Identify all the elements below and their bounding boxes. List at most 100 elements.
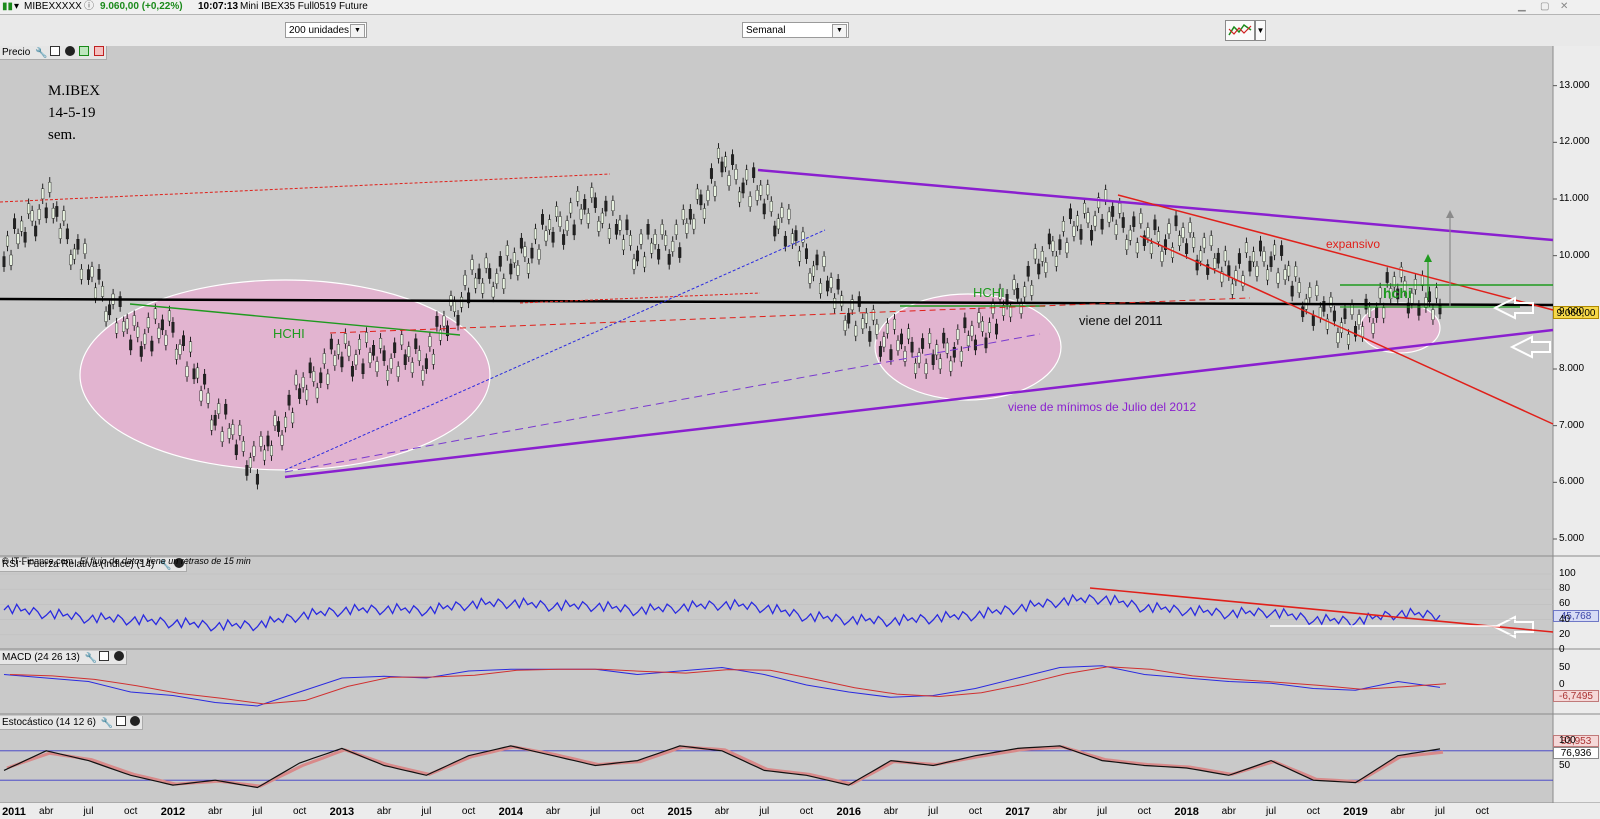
price-candle [562, 234, 566, 245]
price-candle [382, 350, 386, 361]
price-candle [347, 345, 351, 357]
price-candle [245, 465, 249, 476]
price-candle [991, 303, 995, 314]
price-candle [460, 296, 464, 308]
price-candle [51, 207, 55, 219]
price-candle [273, 415, 277, 427]
price-candle [428, 336, 432, 347]
price-candle [1202, 237, 1206, 249]
macd-panel-header: MACD (24 26 13) 🔧 [0, 651, 128, 665]
price-candle [551, 231, 555, 243]
window-icon[interactable] [99, 651, 110, 661]
price-candle [20, 220, 24, 232]
price-candle [1308, 287, 1312, 298]
price-candle [776, 218, 780, 230]
price-candle [917, 352, 921, 364]
annotation-hchi-mid: HCHI [973, 285, 1005, 300]
window-icon[interactable] [115, 716, 126, 726]
price-candle [773, 225, 777, 237]
price-candle [780, 207, 784, 218]
macd-panel-label: MACD (24 26 13) [2, 652, 80, 663]
price-candle [970, 325, 974, 337]
price-candle [741, 182, 745, 194]
price-candle [298, 388, 302, 399]
price-candle [794, 230, 798, 241]
price-candle [368, 352, 372, 364]
price-candle [97, 269, 101, 280]
wrench-icon[interactable]: 🔧 [85, 652, 97, 664]
price-candle [139, 346, 143, 357]
price-candle [1146, 227, 1150, 239]
wrench-icon[interactable]: 🔧 [101, 717, 113, 729]
price-candle [1255, 265, 1259, 277]
price-candle [1431, 309, 1435, 320]
price-candle [435, 316, 439, 327]
price-candle [136, 326, 140, 338]
price-candle [498, 256, 502, 267]
price-candle [995, 323, 999, 335]
price-candle [734, 169, 738, 180]
last-stoch-slow-badge: 76,936 [1553, 747, 1599, 759]
price-candle [706, 190, 710, 201]
price-candle [1199, 250, 1203, 262]
price-candle [861, 318, 865, 330]
price-candle [716, 147, 720, 159]
wrench-icon[interactable]: 🔧 [35, 47, 47, 59]
price-candle [959, 351, 963, 362]
x-tick-label: oct [124, 806, 138, 817]
price-candle [526, 263, 530, 274]
price-candle [600, 212, 604, 224]
price-candle [322, 353, 326, 364]
x-tick-label: abr [376, 806, 392, 817]
price-candle [639, 233, 643, 245]
price-candle [178, 344, 182, 355]
y-tick-label: 13.000 [1559, 79, 1590, 91]
price-candle [724, 156, 728, 168]
price-candle [678, 247, 682, 258]
price-candle [474, 277, 478, 289]
price-candle [900, 333, 904, 345]
price-candle [1385, 272, 1389, 283]
price-candle [1149, 243, 1153, 254]
price-candle [217, 403, 221, 414]
price-candle [1336, 332, 1340, 344]
x-tick-label: 2012 [160, 806, 186, 818]
price-candle [1350, 304, 1354, 315]
close-icon[interactable] [130, 716, 141, 726]
window-icon[interactable] [49, 46, 60, 56]
price-candle [1104, 189, 1108, 201]
x-tick-label: jul [928, 806, 939, 817]
price-candle [660, 224, 664, 235]
x-tick-label: abr [39, 806, 54, 817]
price-candle [664, 235, 668, 246]
price-candle [192, 368, 196, 380]
stoch-panel-label: Estocástico (14 12 6) [2, 717, 96, 728]
x-tick-label: oct [292, 806, 307, 817]
price-candle [1375, 307, 1379, 318]
price-candle [854, 325, 858, 337]
exit-icon[interactable] [94, 46, 105, 56]
price-candle [125, 318, 129, 330]
price-candle [1118, 202, 1122, 214]
x-tick-label: oct [1306, 806, 1320, 817]
y-tick-label: 9.000 [1559, 306, 1585, 318]
price-candle [1287, 265, 1291, 277]
price-candle [618, 219, 622, 231]
price-candle [748, 196, 752, 207]
price-candle [1315, 285, 1319, 297]
price-candle [945, 342, 949, 354]
price-candle [924, 363, 928, 375]
price-candle [1269, 256, 1273, 267]
price-candle [350, 365, 354, 377]
y-tick-label: 6.000 [1559, 476, 1585, 488]
price-candle [329, 338, 333, 350]
price-candle [938, 358, 942, 370]
close-icon[interactable] [114, 651, 125, 661]
close-icon[interactable] [64, 46, 75, 56]
price-candle [403, 354, 407, 365]
price-candle [203, 373, 207, 385]
price-candle [790, 233, 794, 245]
export-icon[interactable] [79, 46, 90, 56]
x-tick-label: oct [968, 806, 983, 817]
price-candle [1280, 245, 1284, 256]
